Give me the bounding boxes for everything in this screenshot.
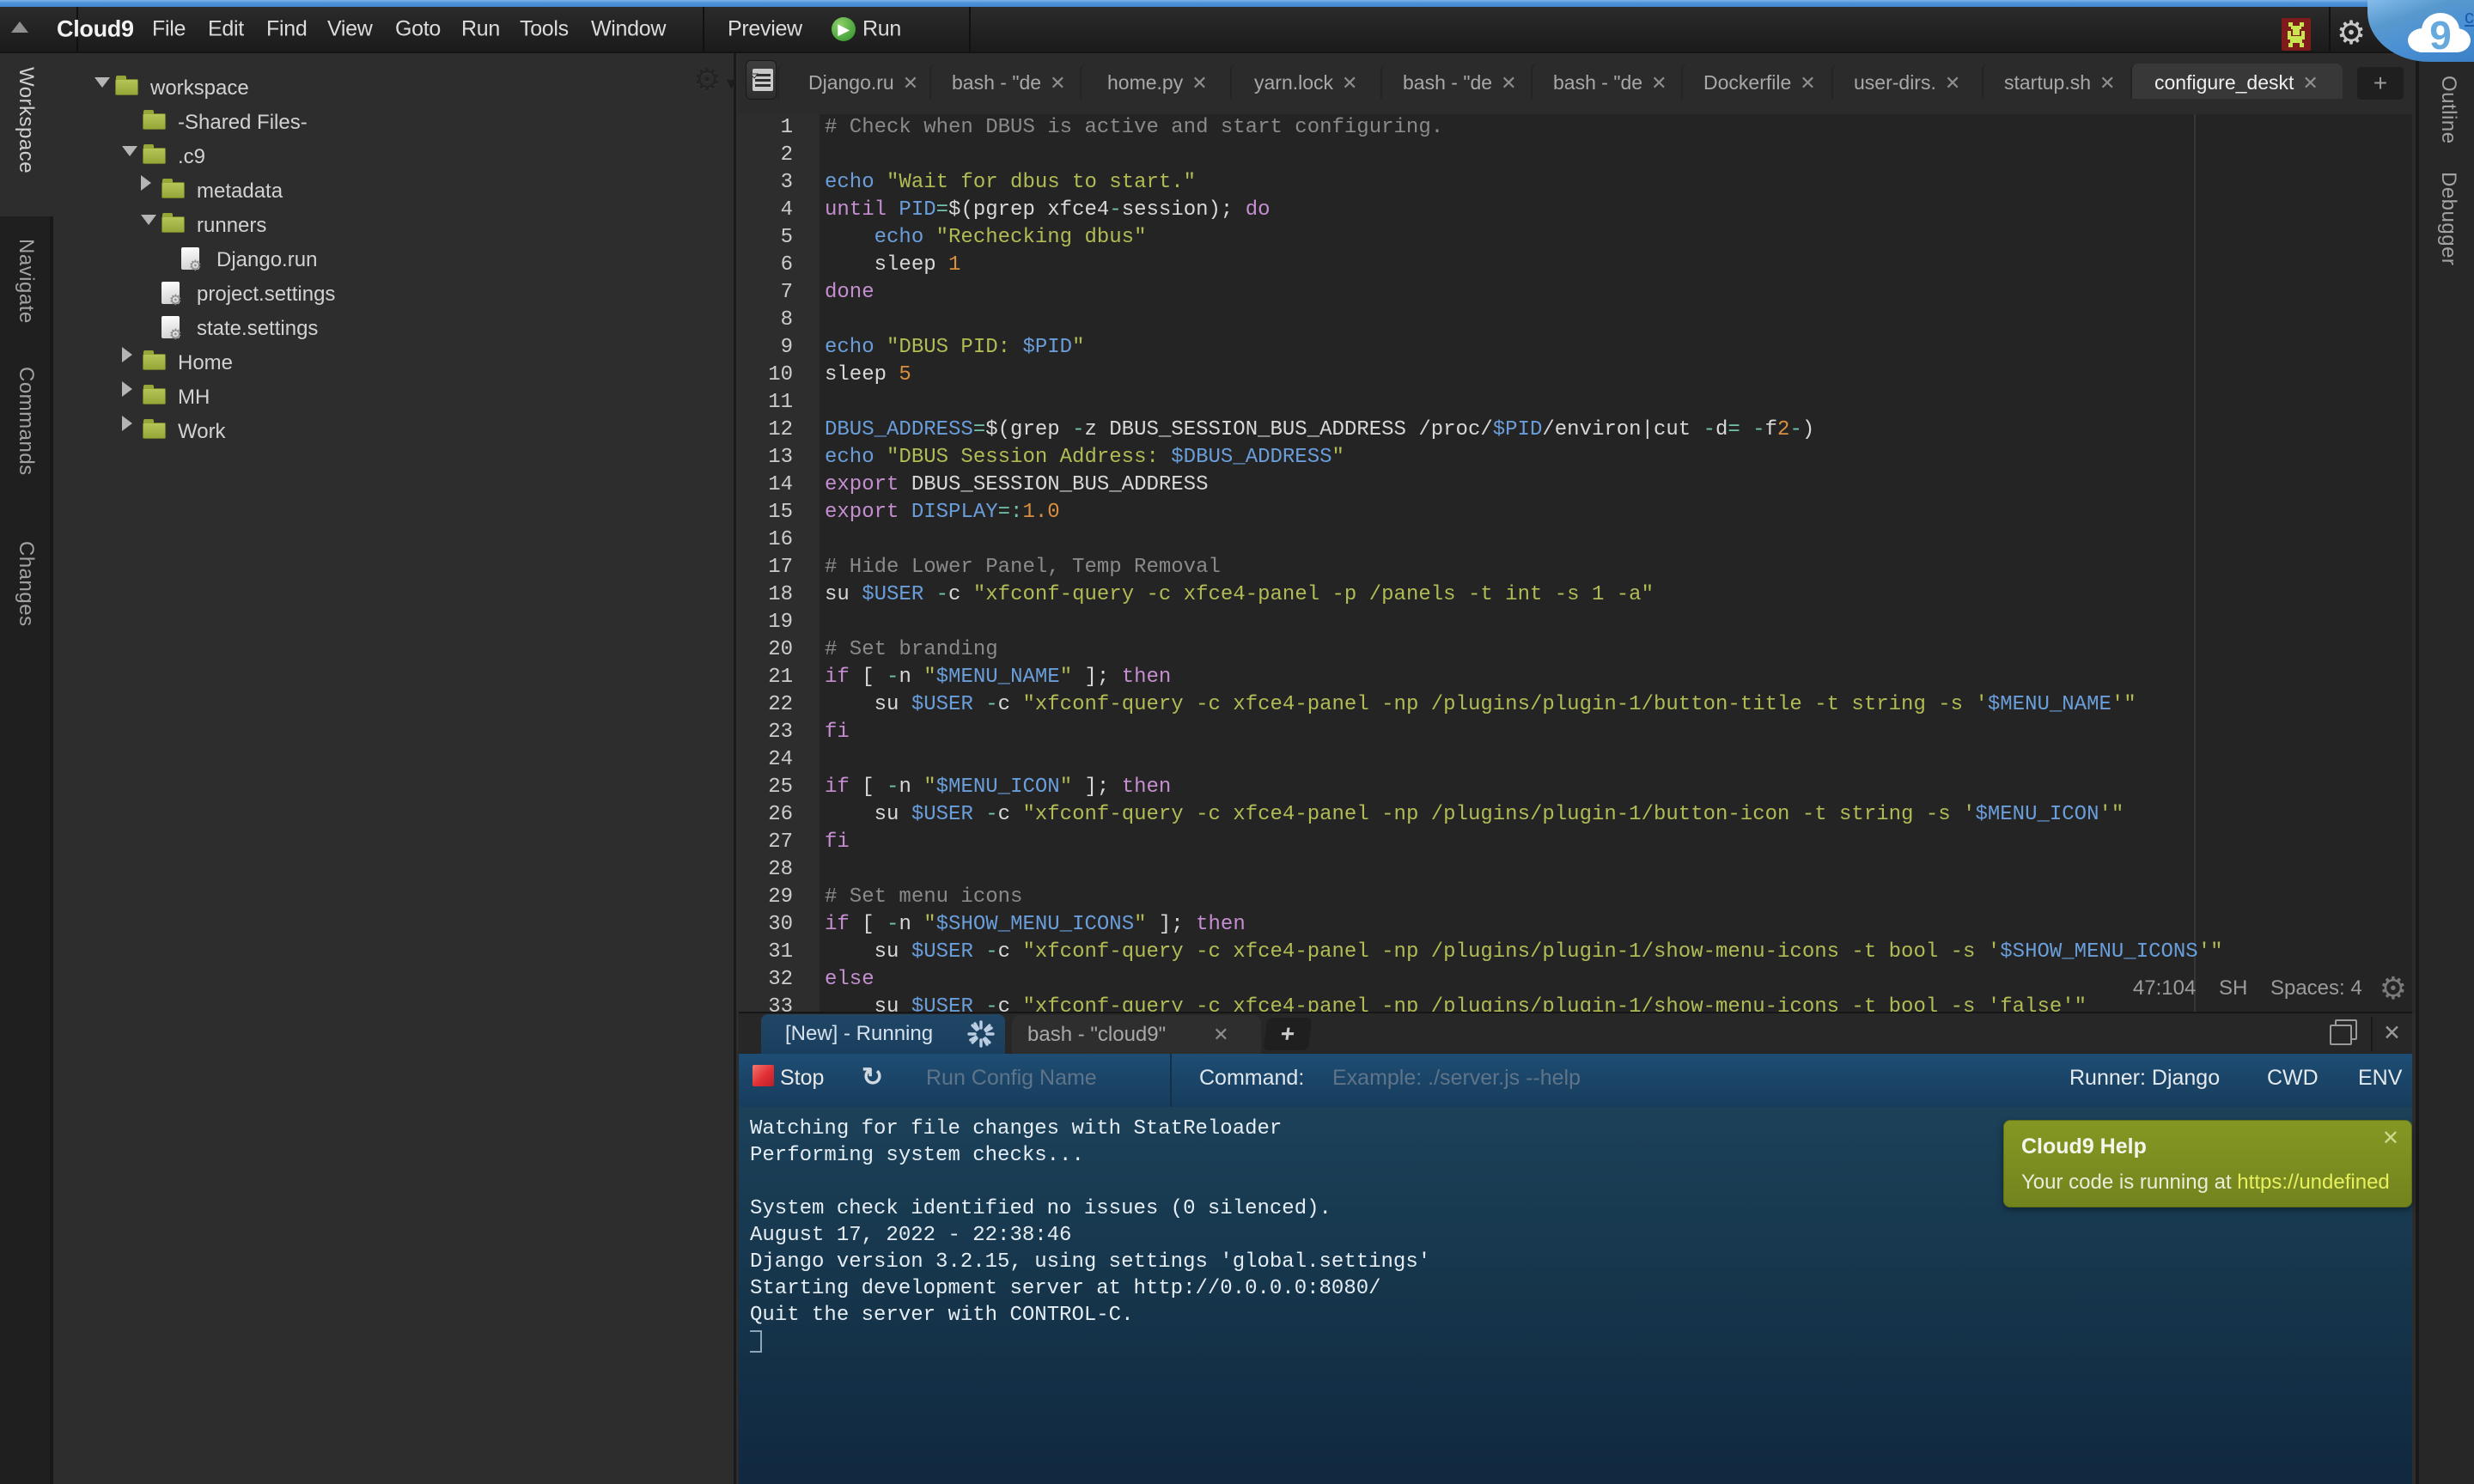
svg-text:9: 9 [2429, 13, 2452, 54]
